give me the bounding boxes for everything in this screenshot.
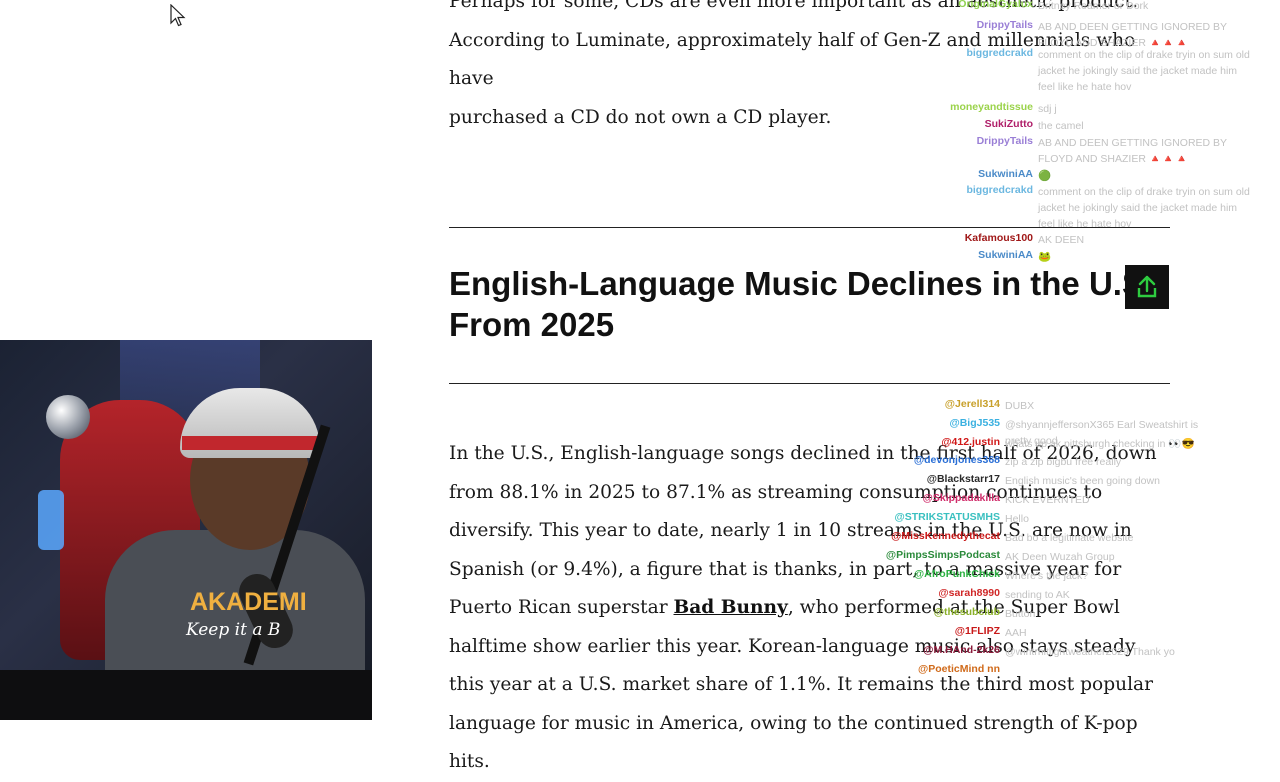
chat-message: SukiZutto the camel bbox=[905, 118, 1253, 134]
shirt-logo-text: AKADEMI bbox=[190, 588, 307, 616]
chat-text: Button bbox=[1005, 608, 1036, 620]
chat-username[interactable]: @thesubclub bbox=[880, 606, 1000, 622]
chat-username[interactable]: @AfroPunkChick bbox=[880, 568, 1000, 584]
chat-message: DrippyTails AB AND DEEN GETTING IGNORED B… bbox=[905, 135, 1253, 167]
chat-text: comment on the clip of drake tryin on su… bbox=[1038, 186, 1250, 230]
chat-message: @STRIKSTATUSMHS Hello bbox=[880, 511, 1220, 527]
chat-username[interactable]: @PimpsSimpsPodcast bbox=[880, 549, 1000, 565]
chat-text: KICK EVERNTED bbox=[1005, 494, 1090, 506]
chat-username[interactable]: @MissKennedythecat bbox=[880, 530, 1000, 546]
chat-message: SukwiniAA 🐸 bbox=[905, 249, 1253, 265]
chat-username[interactable]: @Skippadakilla bbox=[880, 492, 1000, 508]
chat-username[interactable]: biggredcrakd bbox=[905, 47, 1033, 95]
chat-message: @Skippadakilla KICK EVERNTED bbox=[880, 492, 1220, 508]
chat-username[interactable]: @devonjones368 bbox=[880, 454, 1000, 470]
chat-message: @Jerell314 DUBX bbox=[880, 398, 1220, 414]
chat-message: @M.HAnd-2k26 @wintrhitlightweather2029 Th… bbox=[880, 644, 1220, 660]
chat-overlay-bottom: @Jerell314 DUBX @BigJ535 @shyannjeffersonX3… bbox=[880, 398, 1240, 720]
chat-username[interactable]: OriginalGyalux bbox=[905, 0, 1033, 14]
chat-text: English music's been going down bbox=[1005, 475, 1160, 487]
chat-username[interactable]: @M.HAnd-2k26 bbox=[880, 644, 1000, 660]
chat-message: @MissKennedythecat Bad bo a legitimate we… bbox=[880, 530, 1220, 546]
chat-message: Kafamous100 AK DEEN bbox=[905, 232, 1253, 248]
chat-message: @Blackstarr17 English music's been going … bbox=[880, 473, 1220, 489]
chat-message: biggredcrakd comment on the clip of drake… bbox=[905, 47, 1253, 95]
chat-text: AB AND DEEN GETTING IGNORED BY FLOYD AND… bbox=[1038, 137, 1227, 165]
chat-message: moneyandtissue sdj j bbox=[905, 101, 1253, 117]
chat-username[interactable]: @PoeticMind nn bbox=[880, 663, 1000, 675]
bad-bunny-link[interactable]: Bad Bunny bbox=[674, 597, 788, 618]
shirt-script-text: Keep it a B bbox=[186, 620, 281, 640]
chat-text: AK DEEN bbox=[1038, 234, 1085, 246]
chat-text: AAH bbox=[1005, 627, 1027, 639]
mouse-cursor-icon bbox=[170, 4, 186, 27]
chat-message: biggredcrakd comment on the clip of drake… bbox=[905, 184, 1253, 232]
chat-text: Britney Reamer or Dork bbox=[1038, 0, 1149, 12]
chat-username[interactable]: DrippyTails bbox=[905, 135, 1033, 167]
chat-text: zip a zip bigbu free really bbox=[1005, 456, 1122, 468]
chat-overlay-top: OriginalGyalux Britney Reamer or Dork Drip… bbox=[905, 0, 1260, 280]
chat-message: SukwiniAA 🟢 bbox=[905, 168, 1253, 184]
chat-message: @devonjones368 zip a zip bigbu free reall… bbox=[880, 454, 1220, 470]
webcam-feed: AKADEMI Keep it a B bbox=[0, 340, 372, 720]
desk bbox=[0, 670, 372, 720]
chat-message: @thesubclub Button bbox=[880, 606, 1220, 622]
chat-text: sending to AK bbox=[1005, 589, 1070, 601]
chat-username[interactable]: @1FLIPZ bbox=[880, 625, 1000, 641]
chat-username[interactable]: Kafamous100 bbox=[905, 232, 1033, 248]
chat-text: Bad bo a legitimate website bbox=[1005, 532, 1134, 544]
chat-text: sdj j bbox=[1038, 103, 1057, 115]
disco-ball-icon bbox=[46, 395, 90, 439]
chat-message: @sarah8990 sending to AK bbox=[880, 587, 1220, 603]
chat-message: @PoeticMind nn bbox=[880, 663, 1220, 675]
chat-message: @1FLIPZ AAH bbox=[880, 625, 1220, 641]
chat-username[interactable]: @Jerell314 bbox=[880, 398, 1000, 414]
chat-username[interactable]: SukiZutto bbox=[905, 118, 1033, 134]
chat-username[interactable]: @412.justin bbox=[880, 436, 1000, 452]
chat-text: comment on the clip of drake tryin on su… bbox=[1038, 49, 1250, 93]
water-bottle bbox=[38, 490, 64, 550]
chat-message: @PimpsSimpsPodcast AK Deen Wuzah Group bbox=[880, 549, 1220, 565]
chat-username[interactable]: @STRIKSTATUSMHS bbox=[880, 511, 1000, 527]
heading-line: From 2025 bbox=[449, 306, 615, 343]
chat-username[interactable]: @sarah8990 bbox=[880, 587, 1000, 603]
chat-text bbox=[1005, 663, 1220, 675]
chat-text: 🟢 bbox=[1038, 170, 1052, 182]
chat-text: Where's the jack? bbox=[1005, 570, 1089, 582]
chat-text: 🐸 bbox=[1038, 251, 1052, 263]
chat-username[interactable]: biggredcrakd bbox=[905, 184, 1033, 232]
chat-text: DUBX bbox=[1005, 400, 1035, 412]
chat-message: @AfroPunkChick Where's the jack? bbox=[880, 568, 1220, 584]
chat-text: Hello bbox=[1005, 513, 1029, 525]
chat-text: AK Deen Wuzah Group bbox=[1005, 551, 1115, 563]
chat-text: whats up ak pittsburgh checking in 👀😎 bbox=[1005, 438, 1195, 450]
chat-message: @412.justin whats up ak pittsburgh checki… bbox=[880, 436, 1220, 452]
chat-username[interactable]: moneyandtissue bbox=[905, 101, 1033, 117]
paragraph-line: purchased a CD do not own a CD player. bbox=[449, 106, 832, 128]
chat-text: @wintrhitlightweather2029 Thank yo bbox=[1005, 646, 1175, 658]
chat-username[interactable]: SukwiniAA bbox=[905, 249, 1033, 265]
chat-message: OriginalGyalux Britney Reamer or Dork bbox=[905, 0, 1253, 14]
cap-band bbox=[182, 436, 318, 450]
chat-text: the camel bbox=[1038, 120, 1084, 132]
section-divider bbox=[449, 383, 1170, 384]
chat-username[interactable]: @Blackstarr17 bbox=[880, 473, 1000, 489]
chat-username[interactable]: SukwiniAA bbox=[905, 168, 1033, 184]
